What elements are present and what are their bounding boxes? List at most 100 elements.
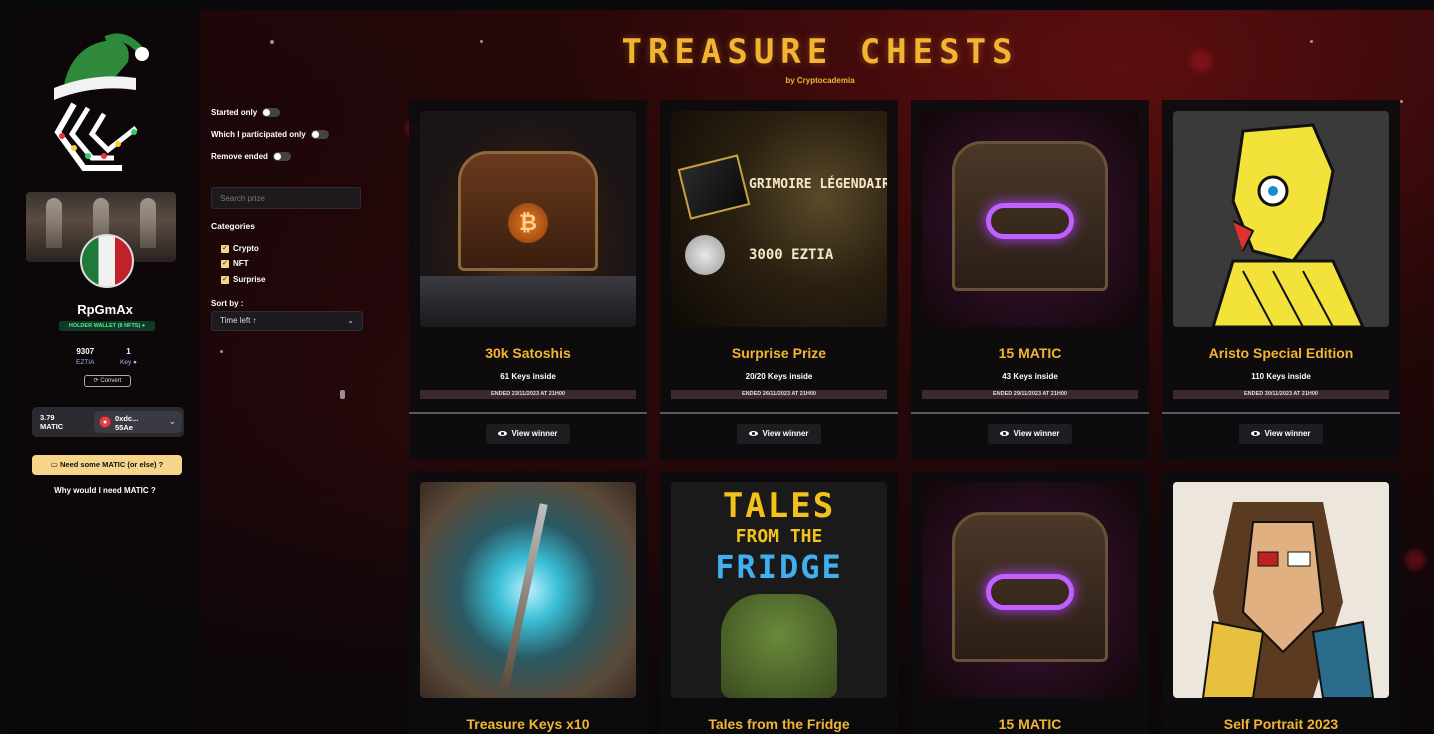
category-nft[interactable]: ✓ NFT (221, 259, 249, 268)
art-text: FROM THE (735, 526, 823, 547)
eye-icon (1000, 431, 1010, 437)
convert-button[interactable]: ⟳ Convert (84, 375, 131, 387)
keys-inside: 20/20 Keys inside (745, 372, 813, 381)
art-text: GRIMOIRE LÉGENDAIRE (749, 177, 887, 192)
prize-image-aristo[interactable] (1173, 111, 1389, 327)
ended-badge: ENDED 29/11/2023 AT 21H00 (922, 390, 1138, 399)
keys-inside: 61 Keys inside (500, 372, 556, 381)
infinity-icon (986, 203, 1074, 239)
prize-card[interactable]: TALES FROM THE FRIDGE Tales from the Fri… (660, 471, 898, 734)
bokeh-decoration (1190, 50, 1212, 72)
keys-inside: 110 Keys inside (1251, 372, 1311, 381)
art-text: 3000 EZTIA (749, 247, 834, 263)
need-matic-label: Need some MATIC (or else) ? (59, 460, 164, 469)
toggle-participated-only[interactable]: Which I participated only (211, 130, 329, 139)
ended-badge: ENDED 23/11/2023 AT 21H00 (420, 390, 636, 399)
need-matic-button[interactable]: ▭ Need some MATIC (or else) ? (32, 455, 182, 475)
divider (660, 412, 898, 414)
info-icon[interactable]: ● (133, 359, 137, 366)
chevron-down-icon[interactable]: ⌄ (168, 416, 176, 427)
prize-image-self-portrait[interactable] (1173, 482, 1389, 698)
stat-eztia-label: EZTIA (76, 359, 95, 366)
eye-icon (498, 431, 508, 437)
zombie-figure (721, 594, 837, 698)
prize-title: 15 MATIC (998, 345, 1062, 361)
toggle-label: Which I participated only (211, 130, 306, 139)
prize-card[interactable]: Aristo Special Edition 110 Keys inside E… (1162, 100, 1400, 460)
stat-eztia-value: 9307 (76, 347, 95, 356)
wallet-balance: 3.79 MATIC (40, 413, 64, 431)
toggle-switch[interactable] (310, 130, 329, 139)
prize-title: 15 MATIC (998, 716, 1062, 732)
categories-title: Categories (211, 221, 255, 231)
book-icon (677, 154, 751, 220)
prize-card[interactable]: GRIMOIRE LÉGENDAIRE 3000 EZTIA Surprise … (660, 100, 898, 460)
cryptocademia-logo[interactable] (44, 32, 154, 180)
view-winner-button[interactable]: View winner (486, 424, 570, 444)
toggle-switch[interactable] (272, 152, 291, 161)
prize-card[interactable]: Treasure Keys x10 (409, 471, 647, 734)
stat-key-value: 1 (126, 347, 131, 356)
view-winner-button[interactable]: View winner (1239, 424, 1323, 444)
stat-key-label: Key ● (120, 359, 137, 366)
view-winner-button[interactable]: View winner (988, 424, 1072, 444)
prize-image-treasure-keys[interactable] (420, 482, 636, 698)
divider (409, 412, 647, 414)
username: RpGmAx (77, 302, 133, 317)
sort-label: Sort by : (211, 299, 244, 308)
eye-icon (1251, 431, 1261, 437)
snowflake (480, 40, 483, 43)
prize-image-matic-chest[interactable] (922, 482, 1138, 698)
card-icon: ▭ (50, 460, 58, 469)
prize-card[interactable]: Self Portrait 2023 (1162, 471, 1400, 734)
info-icon[interactable]: ● (142, 323, 145, 329)
key-icon (500, 503, 548, 691)
why-matic-link[interactable]: Why would I need MATIC ? (10, 486, 200, 495)
toggle-started-only[interactable]: Started only (211, 108, 281, 117)
prize-card[interactable]: 15 MATIC 43 Keys inside ENDED 29/11/2023… (911, 100, 1149, 460)
category-crypto[interactable]: ✓ Crypto (221, 244, 259, 253)
checkbox[interactable]: ✓ (221, 259, 229, 268)
wallet-selector[interactable]: 3.79 MATIC 0xdc... 55Ae ⌄ (32, 407, 184, 437)
ended-badge: ENDED 30/11/2023 AT 21H00 (1173, 390, 1389, 399)
view-winner-button[interactable]: View winner (737, 424, 821, 444)
search-prize-input[interactable] (211, 187, 361, 209)
prize-title: Tales from the Fridge (708, 716, 850, 732)
category-label: NFT (233, 259, 249, 268)
prize-title: Aristo Special Edition (1208, 345, 1354, 361)
category-label: Crypto (233, 244, 259, 253)
eye-icon (749, 431, 759, 437)
prize-image-btc-chest[interactable]: ₿ (420, 111, 636, 327)
avatar[interactable] (80, 234, 134, 288)
help-icon[interactable]: ? (151, 486, 156, 495)
prize-card[interactable]: 15 MATIC (911, 471, 1149, 734)
infinity-icon (986, 574, 1074, 610)
ended-badge: ENDED 26/11/2023 AT 21H00 (671, 390, 887, 399)
chevron-down-icon: ⌄ (347, 316, 354, 325)
prize-image-grimoire[interactable]: GRIMOIRE LÉGENDAIRE 3000 EZTIA (671, 111, 887, 327)
brand-title: TREASURE CHESTS (621, 32, 1019, 72)
category-surprise[interactable]: ✓ Surprise (221, 275, 265, 284)
category-label: Surprise (233, 275, 266, 284)
prize-title: Self Portrait 2023 (1223, 716, 1339, 732)
checkbox[interactable]: ✓ (221, 275, 229, 284)
snowflake (270, 40, 274, 44)
stat-key: 1 Key ● (120, 347, 137, 366)
sort-select[interactable]: Time left ↑ ⌄ (211, 311, 363, 331)
holder-badge: HOLDER WALLET (8 NFTS) ● (59, 321, 155, 331)
wallet-address: 0xdc... 55Ae (115, 414, 139, 432)
coin-icon (685, 235, 725, 275)
toggle-remove-ended[interactable]: Remove ended (211, 152, 291, 161)
wallet-address-pill[interactable]: 0xdc... 55Ae ⌄ (94, 411, 182, 433)
divider (1162, 412, 1400, 414)
prize-title: Treasure Keys x10 (466, 716, 590, 732)
why-matic-label: Why would I need MATIC (54, 486, 149, 495)
prize-card[interactable]: ₿ 30k Satoshis 61 Keys inside ENDED 23/1… (409, 100, 647, 460)
prize-image-tales-fridge[interactable]: TALES FROM THE FRIDGE (671, 482, 887, 698)
toggle-switch[interactable] (262, 108, 281, 117)
refresh-icon: ⟳ (93, 378, 99, 384)
holder-badge-label: HOLDER WALLET (8 NFTS) (68, 323, 141, 329)
checkbox[interactable]: ✓ (221, 244, 229, 253)
prize-image-matic-chest[interactable] (922, 111, 1138, 327)
bokeh-decoration (1405, 550, 1425, 570)
